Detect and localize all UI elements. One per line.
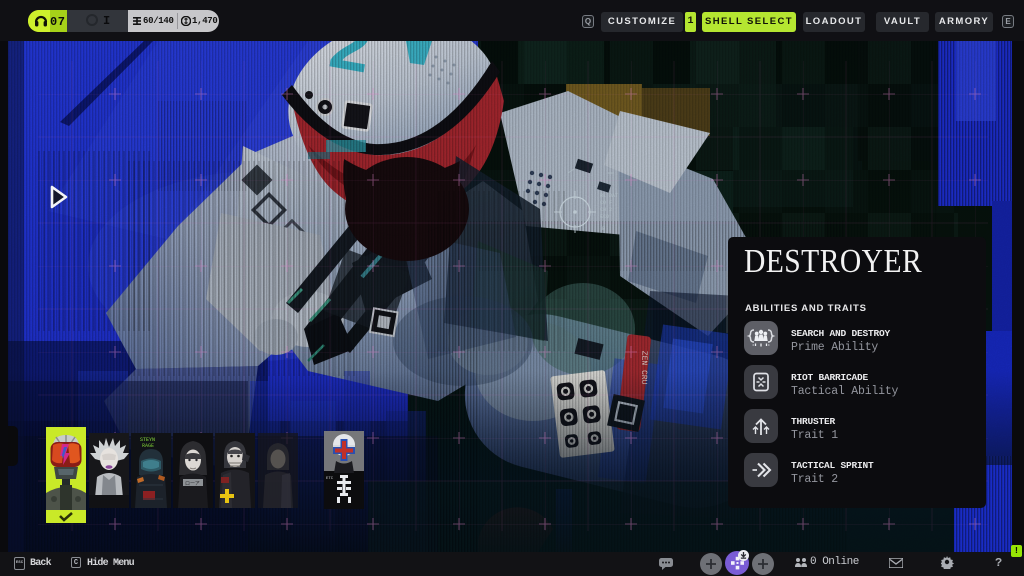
svg-text:ETC: ETC	[326, 477, 334, 481]
svg-text:ローア: ローア	[185, 481, 200, 487]
svg-text:RAGE: RAGE	[142, 443, 154, 449]
